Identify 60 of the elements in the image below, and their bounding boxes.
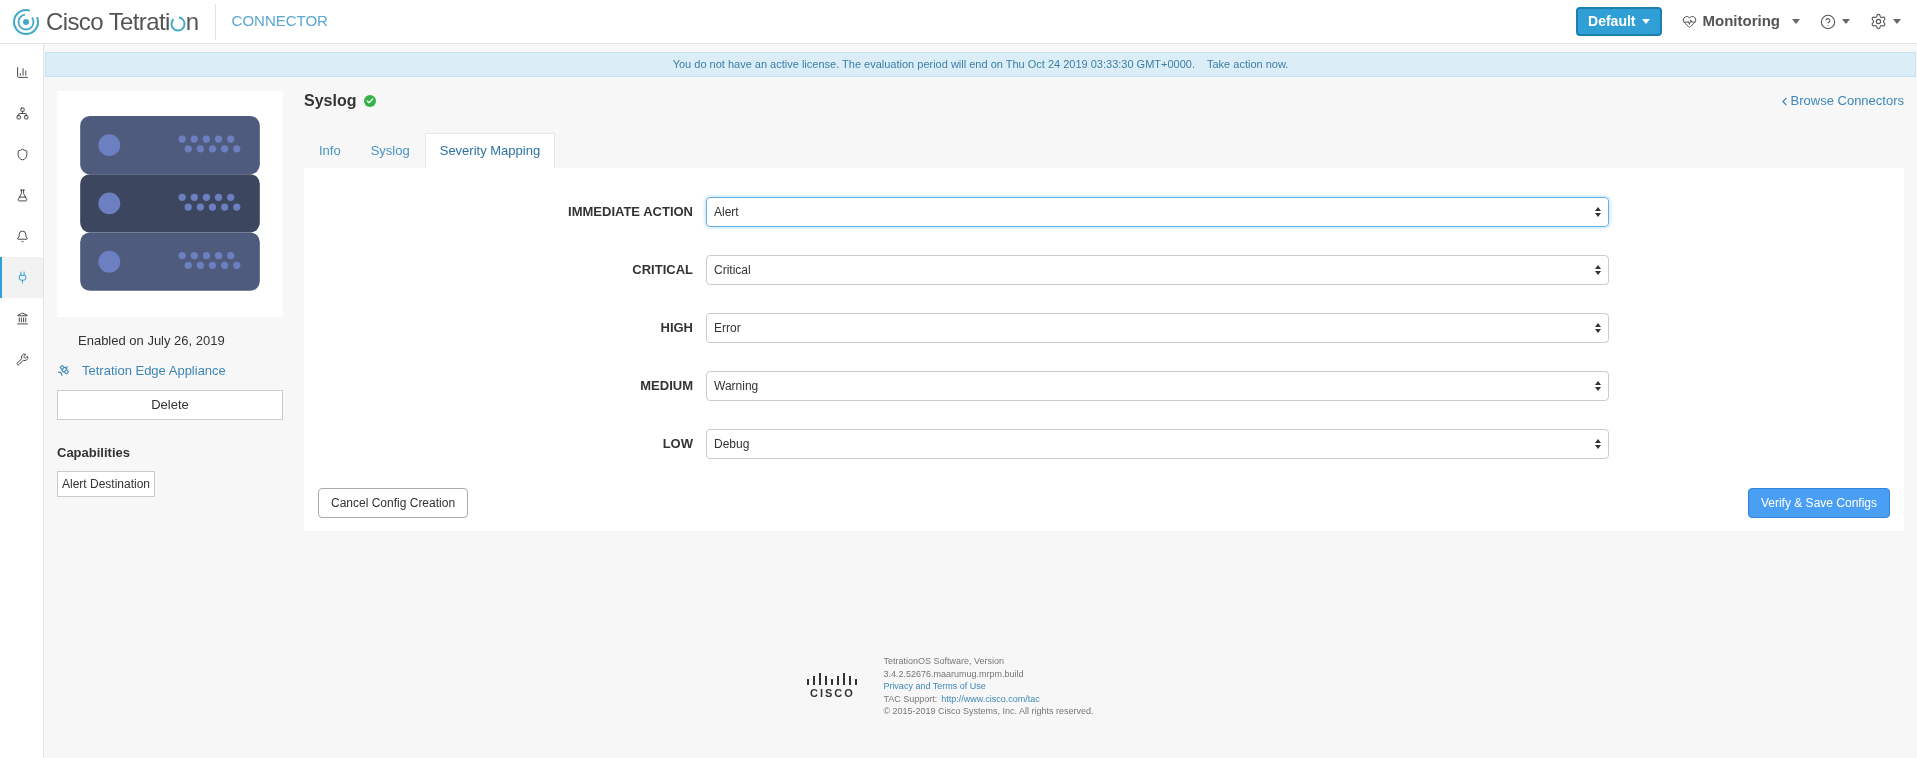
severity-select[interactable]: Alert (706, 197, 1609, 227)
severity-select[interactable]: Error (706, 313, 1609, 343)
wrench-icon (16, 353, 29, 366)
caret-icon (1792, 19, 1800, 24)
severity-select[interactable]: Critical (706, 255, 1609, 285)
cisco-logo: CISCO (805, 671, 860, 702)
severity-select[interactable]: Debug (706, 429, 1609, 459)
monitoring-menu[interactable]: Monitoring (1681, 10, 1800, 33)
caret-icon (1842, 19, 1850, 24)
page-title: Syslog (304, 91, 357, 111)
capabilities-title: Capabilities (57, 444, 131, 462)
field-label: LOW (661, 435, 694, 454)
bank-icon (16, 312, 29, 325)
select-arrows-icon (1595, 265, 1601, 275)
scope-dropdown[interactable]: Default (1576, 7, 1662, 36)
select-arrows-icon (1595, 207, 1601, 217)
field-label: MEDIUM (639, 377, 694, 396)
caret-icon (1641, 19, 1650, 24)
heart-pulse-icon (1681, 14, 1697, 29)
plug-icon (16, 271, 29, 284)
field-label: HIGH (659, 319, 694, 338)
field-label: IMMEDIATE ACTION (567, 203, 694, 222)
satellite-icon (57, 363, 70, 377)
tab[interactable]: Info (304, 133, 356, 168)
bar-chart-icon (16, 66, 29, 79)
field-label: CRITICAL (631, 261, 694, 280)
section-title: CONNECTOR (231, 11, 328, 32)
settings-menu[interactable] (1870, 13, 1901, 30)
version-label: TetrationOS Software, Version (883, 655, 1005, 668)
browse-connectors-link[interactable]: Browse Connectors (1777, 91, 1904, 111)
tab[interactable]: Severity Mapping (424, 133, 556, 168)
cancel-button[interactable]: Cancel Config Creation (318, 488, 469, 518)
flask-icon (16, 189, 29, 202)
select-arrows-icon (1595, 323, 1601, 333)
delete-button[interactable]: Delete (57, 390, 283, 420)
select-arrows-icon (1595, 381, 1601, 391)
version-number: 3.4.2.52676.maarumug.mrpm.build (883, 667, 1025, 680)
caret-icon (1893, 19, 1901, 24)
logo-icon (12, 7, 40, 36)
settings-icon (1870, 13, 1887, 30)
copyright: © 2015-2019 Cisco Systems, Inc. All rights reserved. (883, 705, 1094, 718)
help-icon (1820, 13, 1836, 30)
shield-icon (16, 148, 29, 161)
sidebar-item[interactable] (0, 257, 43, 298)
privacy-link[interactable]: Privacy and Terms of Use (883, 680, 1094, 693)
enabled-date: Enabled on July 26, 2019 (78, 332, 226, 350)
appliance-link[interactable]: Tetration Edge Appliance (82, 360, 226, 380)
capability-tag: Alert Destination (57, 470, 156, 497)
banner-message: You do not have an active license. The evaluation period will end on Thu Oct 24 2019 03:33:30 GMT+0000. (672, 57, 1195, 73)
tac-label: TAC Support: (883, 692, 938, 705)
brand-logo: Cisco Tetrati n (46, 6, 199, 37)
take-action-link[interactable]: Take action now. (1207, 56, 1289, 73)
bell-icon (16, 230, 29, 243)
select-arrows-icon (1595, 439, 1601, 449)
tab[interactable]: Syslog (355, 133, 425, 168)
save-button[interactable]: Verify & Save Configs (1747, 488, 1890, 518)
tac-link[interactable]: http://www.cisco.com/tac (941, 692, 1040, 705)
severity-select[interactable]: Warning (706, 371, 1609, 401)
help-menu[interactable] (1820, 13, 1850, 30)
network-icon (16, 107, 29, 120)
